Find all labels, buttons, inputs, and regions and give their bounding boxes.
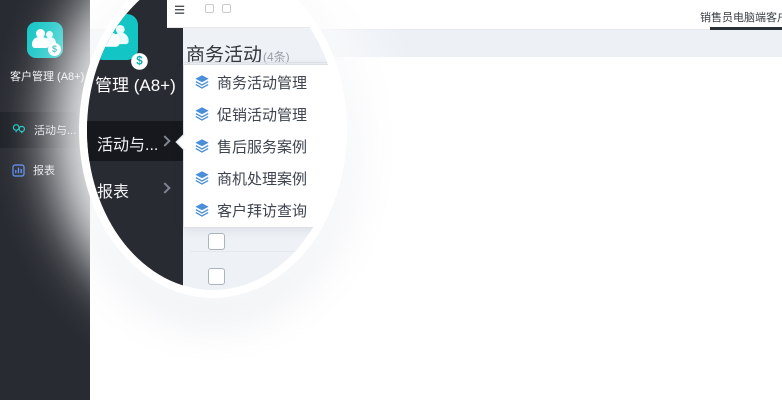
menu-item-aftersales-case[interactable]: 售后服务案例: [184, 130, 339, 162]
menu-item-business-activity[interactable]: 商务活动管理: [184, 66, 339, 98]
sidebar-item-label[interactable]: 报表: [97, 178, 129, 202]
menu-item-opportunity-case[interactable]: 商机处理案例: [184, 162, 339, 194]
topbar-mini-icon: [222, 4, 231, 13]
menu-item-label: 促销活动管理: [217, 104, 307, 125]
users-icon: $: [27, 22, 63, 58]
tab-sales-client[interactable]: 销售员电脑端客户管: [700, 9, 782, 25]
tab-active-underline: [710, 27, 782, 30]
layers-icon: [194, 106, 210, 122]
menu-item-label: 售后服务案例: [217, 136, 307, 157]
topbar-mini-icon: [205, 4, 214, 13]
dollar-badge-icon: $: [48, 43, 61, 56]
dollar-badge-icon: $: [131, 53, 148, 70]
magnified-topbar: [167, 0, 339, 28]
row-checkbox-magnified[interactable]: [208, 268, 225, 285]
title-divider: [183, 62, 339, 63]
magnifier-content: ≡ $ 管理 (A8+) 活动与... 报表 商务活动 (4条) 商务: [87, 0, 339, 290]
menu-item-customer-visit[interactable]: 客户拜访查询: [184, 194, 339, 226]
magnifier-ring: ≡ $ 管理 (A8+) 活动与... 报表 商务活动 (4条) 商务: [79, 0, 347, 298]
layers-icon: [194, 202, 210, 218]
menu-item-label: 商机处理案例: [217, 168, 307, 189]
users-icon: $: [91, 13, 150, 72]
sidebar-item-label: 活动与...: [34, 122, 76, 138]
hamburger-menu-icon[interactable]: ≡: [174, 0, 185, 22]
crm-app-icon-magnified: $: [92, 14, 138, 60]
layers-icon: [194, 170, 210, 186]
menu-item-promo-activity[interactable]: 促销活动管理: [184, 98, 339, 130]
app-title-magnified: 管理 (A8+): [95, 71, 176, 96]
magnified-row-divider: [190, 251, 339, 252]
sidebar-item-label: 活动与...: [97, 131, 158, 155]
sidebar-item-label: 报表: [33, 162, 55, 178]
layers-icon: [194, 74, 210, 90]
sidebar: $ 客户管理 (A8+) 活动与... 报表: [0, 0, 90, 400]
app-title: 客户管理 (A8+): [10, 68, 84, 84]
crm-app-icon[interactable]: $: [27, 22, 63, 58]
sidebar-item-activity[interactable]: 活动与...: [0, 112, 90, 148]
sidebar-item-report[interactable]: 报表: [0, 152, 90, 188]
layers-icon: [194, 138, 210, 154]
menu-item-label: 商务活动管理: [217, 72, 307, 93]
balloons-icon: [12, 123, 26, 137]
bar-chart-icon: [12, 164, 25, 177]
menu-item-label: 客户拜访查询: [217, 200, 307, 221]
submenu-panel: 商务活动管理 促销活动管理 售后服务案例: [183, 64, 339, 228]
row-checkbox-magnified[interactable]: [208, 233, 225, 250]
